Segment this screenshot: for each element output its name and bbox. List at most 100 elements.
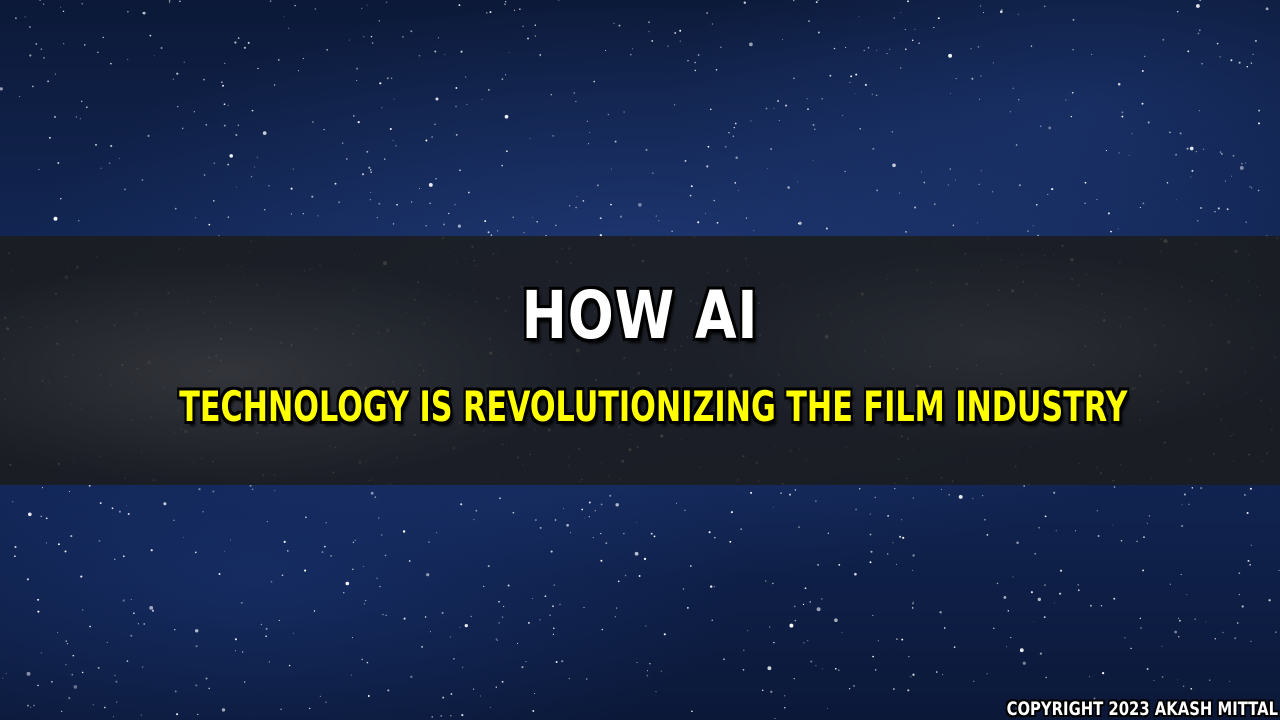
star [461,714,464,717]
star [1084,181,1087,184]
star [450,693,453,695]
star [794,489,797,491]
star [675,502,677,504]
star [1189,146,1194,151]
star [1194,618,1196,620]
star [552,135,554,137]
star [115,680,118,683]
star [366,661,369,664]
star [875,94,878,97]
star [437,37,440,39]
star [607,113,610,116]
star [544,595,547,598]
star [841,632,843,634]
star [807,640,809,642]
star [732,135,735,137]
star [61,710,63,712]
star [613,22,615,24]
star [855,508,857,511]
star [378,20,381,22]
star [55,73,57,75]
star [874,669,877,671]
star [160,46,163,50]
star [849,81,851,84]
star [867,46,870,49]
star [172,78,174,80]
star [29,54,32,57]
star [345,158,348,160]
star [812,123,815,126]
star [850,75,853,78]
star [716,221,719,224]
star [789,623,794,628]
star [317,215,319,217]
star [1250,640,1252,642]
star [378,202,381,205]
star [392,223,395,225]
star [505,74,507,76]
star [1169,131,1171,134]
star [369,169,372,171]
star [1039,125,1042,128]
star [870,550,873,553]
star [71,673,74,676]
star [535,519,537,521]
star [1065,99,1067,101]
star [687,60,689,62]
star [904,28,906,31]
star [1219,151,1222,153]
star [864,83,867,86]
star [321,551,324,553]
star [1195,151,1197,153]
star [802,603,805,606]
star [292,168,294,170]
star [804,587,807,590]
star [798,526,800,528]
star [858,16,860,18]
star [486,12,488,14]
star [1043,5,1046,8]
star [1254,39,1257,42]
star [208,687,210,690]
star [1240,162,1243,165]
star [312,121,314,123]
star [1117,82,1121,86]
star [978,183,980,186]
star [218,572,221,576]
star [235,133,238,137]
star [555,661,558,663]
star [1033,621,1035,623]
star [234,638,237,641]
star [150,549,153,552]
star [798,221,802,225]
star [826,708,828,709]
star [362,565,364,567]
star [40,515,42,518]
star [1198,29,1201,32]
star [95,144,97,146]
star [689,194,692,197]
star [1180,573,1182,576]
star [108,162,111,165]
star [1141,70,1144,72]
star [594,510,597,512]
star [933,27,935,29]
star [636,521,638,523]
star [283,16,285,18]
star [614,615,617,618]
star [504,114,509,119]
star [385,1,388,3]
star [687,607,689,609]
star [75,116,77,118]
star [532,710,535,712]
star [876,189,878,192]
star [1178,636,1180,638]
star [817,0,820,1]
star [623,532,625,535]
star [280,708,282,710]
star [955,78,957,80]
star [1107,212,1110,215]
star [894,487,896,490]
star [1053,491,1056,494]
star [434,50,437,53]
